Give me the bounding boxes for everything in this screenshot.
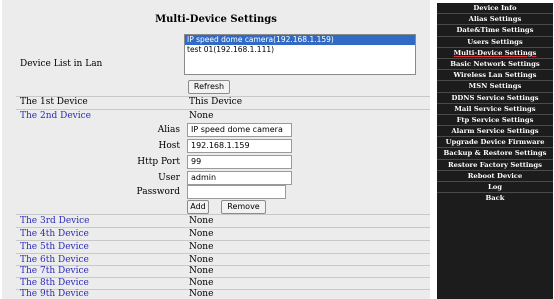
http-port-input[interactable]: 99 [187, 155, 292, 169]
menu-item-alias-settings[interactable]: Alias Settings [437, 14, 553, 26]
divider [16, 253, 430, 254]
device-link-3[interactable]: The 3rd Device [20, 216, 90, 226]
page-title: Multi-Device Settings [155, 14, 277, 25]
user-input[interactable]: admin [187, 171, 292, 185]
device-value-5: None [189, 242, 214, 252]
menu-item-ftp-service-settings[interactable]: Ftp Service Settings [437, 115, 553, 127]
refresh-button[interactable]: Refresh [188, 80, 230, 94]
device-link-7[interactable]: The 7th Device [20, 266, 89, 276]
menu-item-alarm-service-settings[interactable]: Alarm Service Settings [437, 126, 553, 138]
menu-item-log[interactable]: Log [437, 182, 553, 194]
user-label: User [158, 173, 180, 183]
device-link-8[interactable]: The 8th Device [20, 278, 89, 288]
menu-item-wireless-lan-settings[interactable]: Wireless Lan Settings [437, 70, 553, 82]
menu-item-upgrade-device-firmware[interactable]: Upgrade Device Firmware [437, 137, 553, 149]
divider [16, 214, 430, 215]
menu-item-msn-settings[interactable]: MSN Settings [437, 81, 553, 93]
divider [16, 227, 430, 228]
device-link-9[interactable]: The 9th Device [20, 289, 89, 299]
divider [16, 109, 430, 110]
alias-input[interactable]: IP speed dome camera [187, 123, 292, 137]
device-list-option[interactable]: IP speed dome camera(192.168.1.159) [185, 35, 415, 45]
password-label: Password [136, 187, 180, 197]
http-port-label: Http Port [137, 157, 180, 167]
menu-item-restore-factory-settings[interactable]: Restore Factory Settings [437, 160, 553, 171]
second-device-link[interactable]: The 2nd Device [20, 111, 91, 121]
second-device-value: None [189, 111, 214, 121]
host-label: Host [158, 141, 180, 151]
main-panel: Multi-Device Settings Device List in Lan… [2, 0, 430, 299]
device-value-6: None [189, 255, 214, 265]
menu-item-reboot-device[interactable]: Reboot Device [437, 171, 553, 182]
device-value-8: None [189, 278, 214, 288]
alias-label: Alias [157, 125, 180, 135]
menu-item-basic-network-settings[interactable]: Basic Network Settings [437, 59, 553, 71]
host-input[interactable]: 192.168.1.159 [187, 139, 292, 153]
device-value-3: None [189, 216, 214, 226]
device-value-9: None [189, 289, 214, 299]
device-link-5[interactable]: The 5th Device [20, 242, 89, 252]
menu-item-mail-service-settings[interactable]: Mail Service Settings [437, 104, 553, 115]
password-input[interactable] [187, 185, 286, 199]
menu-item-date-time-settings[interactable]: Date&Time Settings [437, 25, 553, 37]
remove-button[interactable]: Remove [221, 200, 266, 214]
divider [16, 240, 430, 241]
menu-item-ddns-service-settings[interactable]: DDNS Service Settings [437, 93, 553, 104]
device-list-label: Device List in Lan [20, 59, 103, 69]
menu-item-multi-device-settings[interactable]: Multi-Device Settings [437, 48, 553, 59]
device-link-4[interactable]: The 4th Device [20, 229, 89, 239]
menu-item-users-settings[interactable]: Users Settings [437, 37, 553, 48]
add-button[interactable]: Add [187, 200, 209, 214]
first-device-value: This Device [189, 97, 243, 107]
first-device-label: The 1st Device [20, 97, 88, 107]
device-value-4: None [189, 229, 214, 239]
device-list-option[interactable]: test 01(192.168.1.111) [185, 45, 415, 55]
device-list[interactable]: IP speed dome camera(192.168.1.159) test… [184, 34, 416, 75]
menu-item-backup-restore-settings[interactable]: Backup & Restore Settings [437, 148, 553, 160]
device-value-7: None [189, 266, 214, 276]
menu-item-device-info[interactable]: Device Info [437, 3, 553, 15]
settings-menu: Device Info Alias Settings Date&Time Setti… [437, 3, 553, 299]
device-link-6[interactable]: The 6th Device [20, 255, 89, 265]
menu-item-back[interactable]: Back [437, 193, 553, 204]
